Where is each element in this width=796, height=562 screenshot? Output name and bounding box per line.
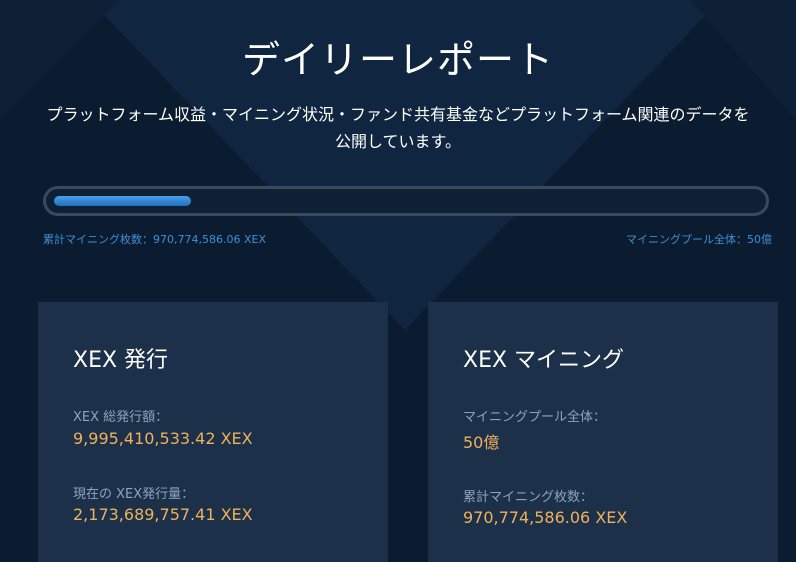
mined-total-label: 累計マイニング枚数： <box>463 490 594 505</box>
mining-progress-bar <box>43 186 769 216</box>
total-issuance-value: 9,995,410,533.42 XEX <box>73 429 253 448</box>
mining-progress-fill <box>54 196 191 206</box>
mined-total-value: 970,774,586.06 XEX <box>463 508 628 527</box>
mining-pool-value: 50億 <box>463 433 500 452</box>
daily-report-page: デイリーレポート プラットフォーム収益・マイニング状況・ファンド共有基金などプラ… <box>0 0 796 562</box>
xex-issuance-card: XEX 発行 XEX 総発行額： 9,995,410,533.42 XEX 現在… <box>38 302 388 562</box>
card-title: XEX マイニング <box>463 348 625 373</box>
page-title: デイリーレポート <box>241 38 554 82</box>
mining-pool-label: マイニングプール全体： <box>463 410 607 425</box>
total-issuance-label: XEX 総発行額： <box>73 410 169 425</box>
card-title: XEX 発行 <box>73 348 169 373</box>
current-issuance-label: 現在の XEX発行量： <box>73 487 195 502</box>
xex-mining-card: XEX マイニング マイニングプール全体： 50億 累計マイニング枚数： 970… <box>428 302 778 562</box>
progress-pool-label: マイニングプール全体：50億 <box>626 233 772 246</box>
page-description: プラットフォーム収益・マイニング状況・ファンド共有基金などプラットフォーム関連の… <box>46 105 750 151</box>
current-issuance-value: 2,173,689,757.41 XEX <box>73 505 253 524</box>
progress-mined-label: 累計マイニング枚数：970,774,586.06 XEX <box>43 233 266 246</box>
